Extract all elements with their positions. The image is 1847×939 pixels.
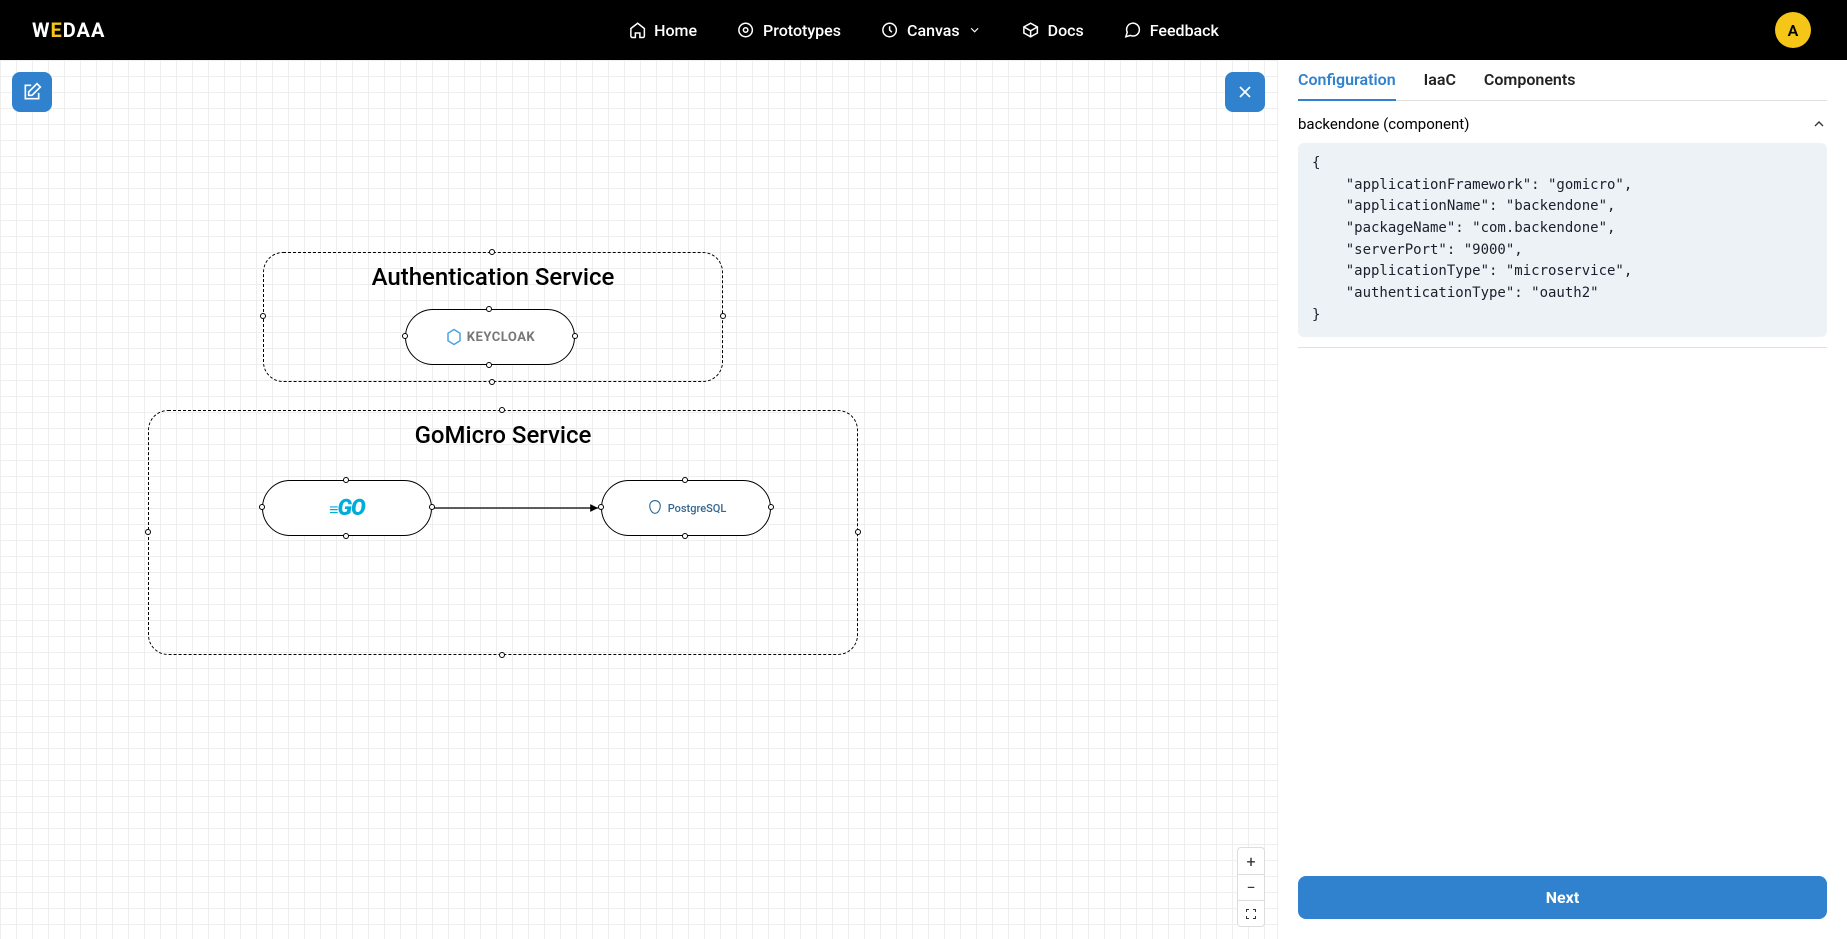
- port[interactable]: [598, 504, 604, 510]
- nav: Home Prototypes Canvas Docs Feedback: [628, 21, 1219, 40]
- node-keycloak[interactable]: KEYCLOAK: [405, 309, 575, 365]
- chevron-up-icon: [1811, 116, 1827, 132]
- close-icon: [1235, 82, 1255, 102]
- postgres-icon: [646, 499, 664, 517]
- nav-feedback-label: Feedback: [1150, 21, 1219, 40]
- tabs: Configuration IaaC Components: [1298, 70, 1827, 101]
- nav-docs-label: Docs: [1048, 21, 1084, 40]
- port[interactable]: [486, 306, 492, 312]
- avatar[interactable]: A: [1775, 12, 1811, 48]
- zoom-in-button[interactable]: +: [1238, 848, 1264, 874]
- canvas-area[interactable]: Authentication Service KEYCLOAK GoMicro …: [0, 60, 1277, 939]
- nav-prototypes-label: Prototypes: [763, 21, 841, 40]
- tab-iaac[interactable]: IaaC: [1424, 70, 1456, 101]
- zoom-out-button[interactable]: −: [1238, 874, 1264, 900]
- zoom-fit-button[interactable]: [1238, 900, 1264, 926]
- edit-button[interactable]: [12, 72, 52, 112]
- group-title: Authentication Service: [264, 253, 722, 291]
- accordion-backendone: backendone (component) { "applicationFra…: [1298, 101, 1827, 348]
- config-code-block: { "applicationFramework": "gomicro", "ap…: [1298, 143, 1827, 337]
- node-postgresql[interactable]: PostgreSQL: [601, 480, 771, 536]
- feedback-icon: [1124, 21, 1142, 39]
- port[interactable]: [682, 533, 688, 539]
- docs-icon: [1022, 21, 1040, 39]
- nav-feedback[interactable]: Feedback: [1124, 21, 1219, 40]
- next-button[interactable]: Next: [1298, 876, 1827, 919]
- edit-icon: [22, 82, 42, 102]
- canvas-icon: [881, 21, 899, 39]
- zoom-controls: + −: [1237, 847, 1265, 927]
- port[interactable]: [499, 407, 505, 413]
- port[interactable]: [343, 477, 349, 483]
- port[interactable]: [489, 249, 495, 255]
- port[interactable]: [145, 529, 151, 535]
- nav-prototypes[interactable]: Prototypes: [737, 21, 841, 40]
- tab-configuration[interactable]: Configuration: [1298, 70, 1396, 101]
- port[interactable]: [259, 504, 265, 510]
- fit-icon: [1245, 908, 1257, 920]
- main: Authentication Service KEYCLOAK GoMicro …: [0, 60, 1847, 939]
- port[interactable]: [855, 529, 861, 535]
- node-label: KEYCLOAK: [467, 330, 535, 345]
- port[interactable]: [682, 477, 688, 483]
- port[interactable]: [499, 652, 505, 658]
- port[interactable]: [489, 379, 495, 385]
- port[interactable]: [768, 504, 774, 510]
- keycloak-icon: [445, 328, 463, 346]
- port[interactable]: [343, 533, 349, 539]
- nav-home[interactable]: Home: [628, 21, 697, 40]
- header: WEDAA Home Prototypes Canvas Docs Feedba…: [0, 0, 1847, 60]
- port[interactable]: [402, 333, 408, 339]
- port[interactable]: [572, 333, 578, 339]
- logo[interactable]: WEDAA: [32, 18, 105, 42]
- accordion-header[interactable]: backendone (component): [1298, 115, 1827, 133]
- node-label: ≡GO: [329, 496, 365, 521]
- port[interactable]: [429, 504, 435, 510]
- port[interactable]: [260, 313, 266, 319]
- chevron-down-icon: [968, 23, 982, 37]
- close-button[interactable]: [1225, 72, 1265, 112]
- prototypes-icon: [737, 21, 755, 39]
- nav-home-label: Home: [654, 21, 697, 40]
- accordion-title: backendone (component): [1298, 115, 1469, 133]
- nav-docs[interactable]: Docs: [1022, 21, 1084, 40]
- node-label: PostgreSQL: [668, 502, 727, 515]
- config-panel: Configuration IaaC Components backendone…: [1277, 60, 1847, 939]
- port[interactable]: [486, 362, 492, 368]
- nav-canvas[interactable]: Canvas: [881, 21, 982, 40]
- group-title: GoMicro Service: [149, 411, 857, 449]
- tab-components[interactable]: Components: [1484, 70, 1576, 101]
- nav-canvas-label: Canvas: [907, 21, 960, 40]
- node-go[interactable]: ≡GO: [262, 480, 432, 536]
- home-icon: [628, 21, 646, 39]
- port[interactable]: [720, 313, 726, 319]
